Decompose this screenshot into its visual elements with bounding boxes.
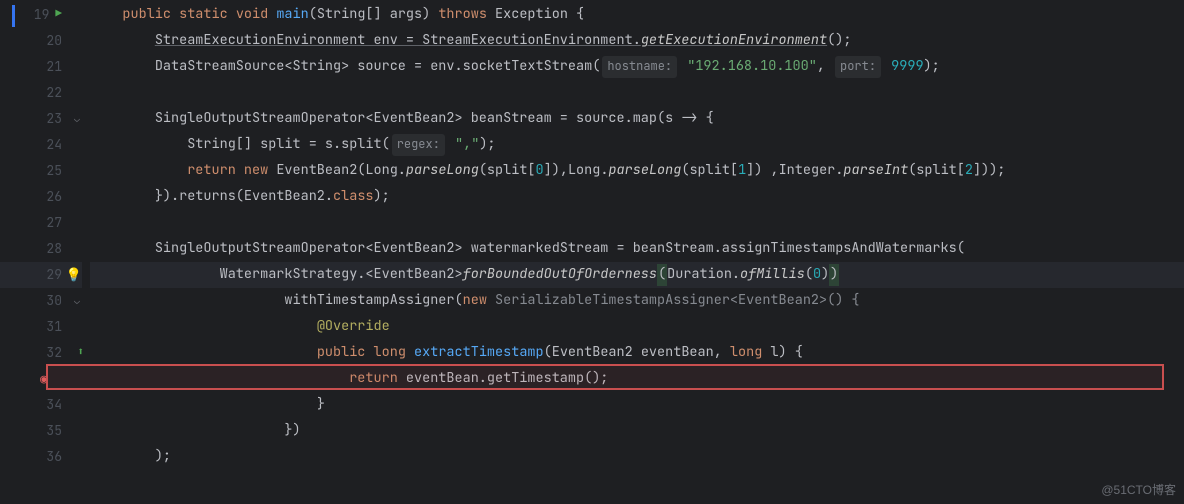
code-line-24: String[] split = s.split(regex: ","); [90, 132, 1184, 158]
code-line-23: SingleOutputStreamOperator<EventBean2> b… [90, 106, 1184, 132]
code-line-20: StreamExecutionEnvironment env = StreamE… [90, 28, 1184, 54]
gutter-line-27[interactable]: 27 [0, 210, 82, 236]
code-line-27 [90, 210, 1184, 236]
line-number: 24 [42, 135, 62, 156]
code-line-29: WatermarkStrategy.<EventBean2>forBounded… [90, 262, 1184, 288]
code-line-30: withTimestampAssigner(new SerializableTi… [90, 288, 1184, 314]
line-number: 34 [42, 395, 62, 416]
gutter-line-31[interactable]: 31 [0, 314, 82, 340]
gutter-line-33[interactable]: ◉ [0, 366, 82, 392]
gutter-line-26[interactable]: 26 [0, 184, 82, 210]
param-hint: port: [835, 56, 881, 77]
gutter-line-21[interactable]: 21 [0, 54, 82, 80]
gutter-line-25[interactable]: 25 [0, 158, 82, 184]
line-number: 27 [42, 213, 62, 234]
code-line-21: DataStreamSource<String> source = env.so… [90, 54, 1184, 80]
gutter-line-23[interactable]: 23 ⌄ [0, 106, 82, 132]
gutter-line-24[interactable]: 24 [0, 132, 82, 158]
code-line-34: } [90, 392, 1184, 418]
gutter-line-34[interactable]: 34 [0, 392, 82, 418]
code-line-32: public long extractTimestamp(EventBean2 … [90, 340, 1184, 366]
code-line-22 [90, 80, 1184, 106]
gutter-line-32[interactable]: 32 ⬆ [0, 340, 82, 366]
line-number: 29 [42, 265, 62, 286]
breakpoint-icon[interactable]: ◉ [40, 369, 48, 390]
line-number: 22 [42, 83, 62, 104]
code-line-25: return new EventBean2(Long.parseLong(spl… [90, 158, 1184, 184]
code-area[interactable]: public static void main(String[] args) t… [82, 0, 1184, 504]
gutter-line-19[interactable]: 19 ▶ [0, 2, 82, 28]
gutter: 19 ▶ 20 21 22 23 ⌄ 24 25 26 27 28 29💡 30 ⌄… [0, 0, 82, 504]
gutter-line-30[interactable]: 30 ⌄ [0, 288, 82, 314]
run-icon[interactable]: ▶ [55, 6, 62, 24]
gutter-line-35[interactable]: 35 [0, 418, 82, 444]
fold-icon[interactable]: ⌄ [74, 293, 80, 309]
param-hint: hostname: [602, 56, 677, 77]
bulb-icon[interactable]: 💡 [66, 265, 82, 286]
line-number: 19 [29, 5, 49, 26]
param-hint: regex: [392, 134, 445, 155]
code-line-33: return eventBean.getTimestamp(); [90, 366, 1184, 392]
line-number: 35 [42, 421, 62, 442]
line-number: 21 [42, 57, 62, 78]
fold-icon[interactable]: ⌄ [74, 111, 80, 127]
line-number: 26 [42, 187, 62, 208]
change-marker [12, 5, 15, 27]
code-editor: 19 ▶ 20 21 22 23 ⌄ 24 25 26 27 28 29💡 30 ⌄… [0, 0, 1184, 504]
code-line-31: @Override [90, 314, 1184, 340]
code-line-36: ); [90, 444, 1184, 470]
line-number: 31 [42, 317, 62, 338]
line-number: 20 [42, 31, 62, 52]
code-line-19: public static void main(String[] args) t… [90, 2, 1184, 28]
line-number: 23 [42, 109, 62, 130]
code-line-35: }) [90, 418, 1184, 444]
gutter-line-28[interactable]: 28 [0, 236, 82, 262]
gutter-line-36[interactable]: 36 [0, 444, 82, 470]
line-number: 30 [42, 291, 62, 312]
gutter-line-20[interactable]: 20 [0, 28, 82, 54]
vcs-icon[interactable]: ⬆ [77, 344, 84, 362]
line-number: 28 [42, 239, 62, 260]
line-number: 36 [42, 447, 62, 468]
gutter-line-29[interactable]: 29💡 [0, 262, 82, 288]
watermark-text: @51CTO博客 [1101, 481, 1176, 500]
line-number: 32 [42, 343, 62, 364]
code-line-26: }).returns(EventBean2.class); [90, 184, 1184, 210]
line-number: 25 [42, 161, 62, 182]
gutter-line-22[interactable]: 22 [0, 80, 82, 106]
code-line-28: SingleOutputStreamOperator<EventBean2> w… [90, 236, 1184, 262]
